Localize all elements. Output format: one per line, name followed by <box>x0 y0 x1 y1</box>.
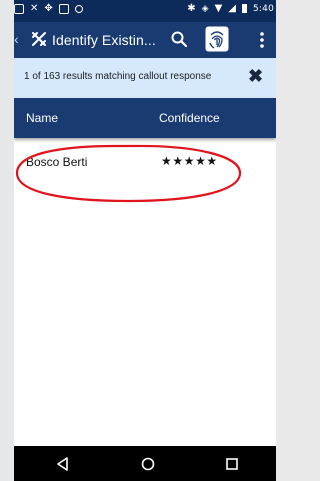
fingerprint-icon[interactable] <box>205 26 229 52</box>
image-icon <box>14 3 24 14</box>
app-bar: ‹ Identify Existin... <box>14 22 276 58</box>
back-chevron-icon[interactable]: ‹ <box>14 31 19 47</box>
vibrate-icon: ◈ <box>201 3 209 14</box>
table-row[interactable]: Bosco Berti ★★★★★ <box>14 140 276 184</box>
app-logo-icon <box>32 32 46 46</box>
overflow-menu-icon[interactable] <box>257 31 267 49</box>
sync-icon: ✥ <box>44 3 53 14</box>
battery-icon <box>241 4 247 13</box>
camera-icon <box>74 4 83 13</box>
recents-icon[interactable] <box>224 456 240 472</box>
column-header-name[interactable]: Name <box>26 111 58 125</box>
result-name: Bosco Berti <box>26 155 88 169</box>
status-bar: ✕ ✥ ✱ ◈ ▼ ◢ 5:40 <box>14 0 276 22</box>
results-count-text: 1 of 163 results matching callout respon… <box>24 71 212 82</box>
phone-screen: ✕ ✥ ✱ ◈ ▼ ◢ 5:40 ‹ Identify Existin... 1… <box>14 0 276 481</box>
back-icon[interactable] <box>55 456 71 472</box>
page-title: Identify Existin... <box>52 32 156 48</box>
app-logo-icon: ✕ <box>30 3 39 14</box>
close-icon[interactable]: ✖ <box>248 67 263 85</box>
bluetooth-icon: ✱ <box>187 3 196 14</box>
navigation-bar <box>14 446 276 481</box>
confidence-stars: ★★★★★ <box>161 154 218 168</box>
results-banner: 1 of 163 results matching callout respon… <box>14 58 276 98</box>
signal-icon: ◢ <box>228 3 236 14</box>
column-header-confidence[interactable]: Confidence <box>159 111 220 125</box>
search-icon[interactable] <box>170 30 188 48</box>
wifi-icon: ▼ <box>214 3 223 14</box>
table-header: Name Confidence <box>14 98 276 138</box>
photo-icon <box>58 3 69 14</box>
status-bar-left-icons: ✕ ✥ <box>14 3 83 14</box>
status-bar-right-icons: ✱ ◈ ▼ ◢ 5:40 <box>187 3 274 14</box>
status-time: 5:40 <box>252 3 274 14</box>
screenshot-frame: ✕ ✥ ✱ ◈ ▼ ◢ 5:40 ‹ Identify Existin... 1… <box>0 0 276 481</box>
home-icon[interactable] <box>140 456 156 472</box>
